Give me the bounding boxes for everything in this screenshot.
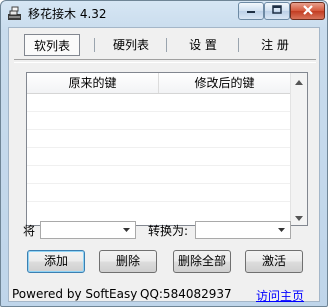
triangle-up-icon bbox=[295, 74, 303, 88]
window-title: 移花接木 4.32 bbox=[28, 7, 107, 21]
tab-settings[interactable]: 设 置 bbox=[174, 34, 232, 56]
row-gridline bbox=[27, 129, 290, 130]
activate-button[interactable]: 激活 bbox=[245, 250, 303, 273]
scroll-down-button[interactable] bbox=[291, 209, 307, 225]
tab-bar: 软列表 硬列表 设 置 注 册 bbox=[14, 33, 316, 63]
tab-soft-list[interactable]: 软列表 bbox=[24, 34, 80, 56]
dropdown-arrow-icon bbox=[274, 222, 288, 238]
tab-separator bbox=[166, 38, 167, 52]
app-icon bbox=[7, 5, 23, 21]
target-key-combo[interactable] bbox=[195, 221, 291, 239]
minimize-button[interactable] bbox=[238, 2, 264, 20]
qq-contact-text: QQ:584082937 bbox=[140, 287, 232, 301]
source-key-combo[interactable] bbox=[40, 221, 136, 239]
maximize-button[interactable] bbox=[264, 2, 290, 20]
minimize-icon bbox=[246, 4, 256, 18]
vertical-scrollbar[interactable] bbox=[290, 73, 307, 225]
key-mapping-list[interactable]: 原来的键 修改后的键 bbox=[26, 72, 308, 226]
tab-divider-line bbox=[14, 59, 316, 63]
row-gridline bbox=[27, 201, 290, 202]
delete-all-button[interactable]: 删除全部 bbox=[173, 250, 231, 273]
client-area: 软列表 硬列表 设 置 注 册 原来的键 修改后的键 将 转换为: 添加 删除 … bbox=[8, 27, 320, 304]
row-gridline bbox=[27, 183, 290, 184]
column-header-modified-key[interactable]: 修改后的键 bbox=[159, 73, 290, 93]
add-button[interactable]: 添加 bbox=[27, 250, 85, 273]
row-gridline bbox=[27, 111, 290, 112]
visit-homepage-link[interactable]: 访问主页 bbox=[256, 287, 304, 304]
close-icon bbox=[302, 4, 314, 19]
close-button[interactable] bbox=[290, 2, 325, 20]
tab-register[interactable]: 注 册 bbox=[246, 34, 304, 56]
target-key-label: 转换为: bbox=[148, 224, 189, 238]
title-bar[interactable]: 移花接木 4.32 bbox=[1, 1, 327, 25]
tab-separator bbox=[238, 38, 239, 52]
status-bar: Powered by SoftEasy QQ:584082937 访问主页 bbox=[9, 286, 319, 304]
row-gridline bbox=[27, 147, 290, 148]
column-header-original-key[interactable]: 原来的键 bbox=[27, 73, 158, 93]
delete-button[interactable]: 删除 bbox=[99, 250, 157, 273]
maximize-icon bbox=[272, 4, 282, 18]
dropdown-arrow-icon bbox=[119, 222, 133, 238]
app-window: 移花接木 4.32 软列表 硬列表 设 置 注 册 原来的键 修改后的键 将 转… bbox=[0, 0, 328, 307]
source-key-label: 将 bbox=[23, 224, 36, 238]
list-header: 原来的键 修改后的键 bbox=[27, 73, 290, 94]
triangle-down-icon bbox=[295, 210, 303, 224]
scroll-up-button[interactable] bbox=[291, 73, 307, 89]
tab-hard-list[interactable]: 硬列表 bbox=[102, 34, 160, 56]
powered-by-text: Powered by SoftEasy bbox=[12, 287, 138, 301]
row-gridline bbox=[27, 165, 290, 166]
tab-separator bbox=[94, 38, 95, 52]
